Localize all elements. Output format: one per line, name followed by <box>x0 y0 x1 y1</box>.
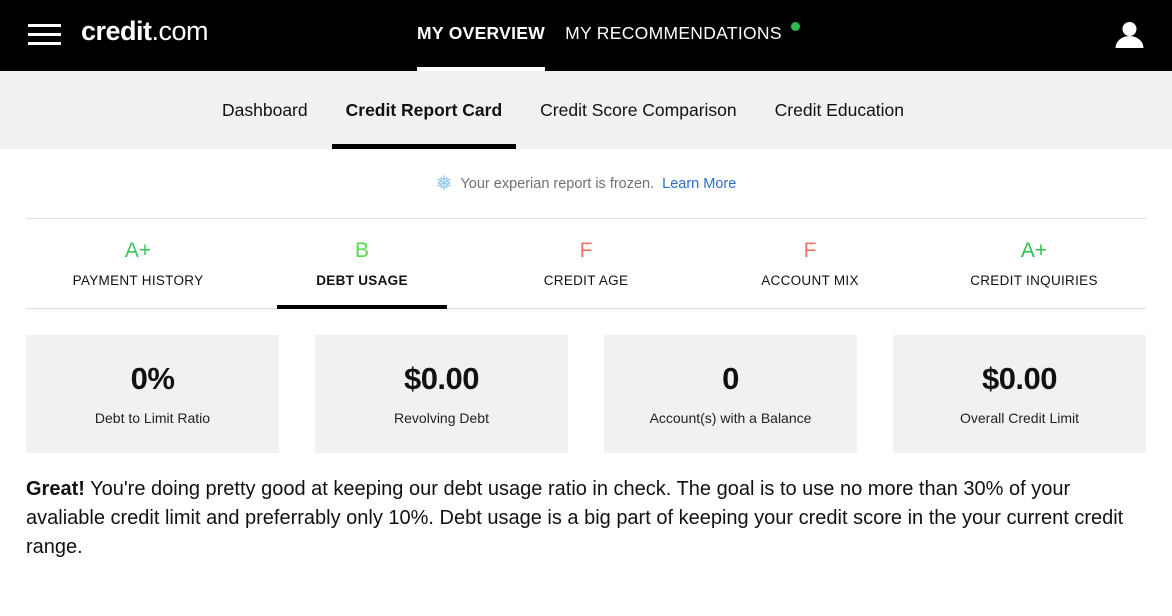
stat-value-debt-to-limit-ratio: 0% <box>130 361 175 396</box>
tab-my-overview-label: MY OVERVIEW <box>417 23 546 43</box>
grade-letter-account-mix: F <box>803 239 817 262</box>
brand-logo[interactable]: credit.com <box>81 16 209 47</box>
brand-logo-bold: credit <box>81 16 152 46</box>
stat-label-debt-to-limit-ratio: Debt to Limit Ratio <box>94 410 211 426</box>
frozen-report-notice-text: Your experian report is frozen. <box>460 175 655 192</box>
debt-usage-summary-lead: Great! <box>26 478 85 500</box>
grade-letter-payment-history: A+ <box>124 239 152 262</box>
subnav-item-credit-report-card[interactable]: Credit Report Card <box>331 71 516 149</box>
primary-nav: MY OVERVIEW MY RECOMMENDATIONS <box>417 0 800 71</box>
top-header: credit.com MY OVERVIEW MY RECOMMENDATION… <box>0 0 1172 71</box>
grade-letter-debt-usage: B <box>354 239 369 262</box>
grade-name-credit-inquiries: CREDIT INQUIRIES <box>970 273 1098 288</box>
subnav-item-credit-report-card-label: Credit Report Card <box>345 99 503 120</box>
stat-label-revolving-debt: Revolving Debt <box>394 410 489 426</box>
stat-card-debt-to-limit-ratio: 0% Debt to Limit Ratio <box>26 335 279 453</box>
tab-my-recommendations-label: MY RECOMMENDATIONS <box>565 23 782 43</box>
tab-my-recommendations[interactable]: MY RECOMMENDATIONS <box>565 0 800 71</box>
stat-card-overall-credit-limit: $0.00 Overall Credit Limit <box>893 335 1146 453</box>
stat-card-revolving-debt: $0.00 Revolving Debt <box>315 335 568 453</box>
debt-usage-summary-body: You're doing pretty good at keeping our … <box>26 478 1124 558</box>
learn-more-link[interactable]: Learn More <box>662 176 736 192</box>
grade-tab-account-mix[interactable]: F ACCOUNT MIX <box>698 219 922 308</box>
subnav-item-credit-education-label: Credit Education <box>774 99 905 120</box>
subnav-item-dashboard[interactable]: Dashboard <box>222 71 308 149</box>
grade-tab-payment-history[interactable]: A+ PAYMENT HISTORY <box>26 219 250 308</box>
hamburger-line <box>28 33 61 36</box>
hamburger-line <box>28 42 61 45</box>
subnav-item-credit-score-comparison-label: Credit Score Comparison <box>540 99 737 120</box>
subnav-item-dashboard-label: Dashboard <box>222 99 308 120</box>
grade-tab-debt-usage[interactable]: B DEBT USAGE <box>250 219 474 309</box>
grade-name-credit-age: CREDIT AGE <box>543 273 629 288</box>
stat-label-overall-credit-limit: Overall Credit Limit <box>959 410 1080 426</box>
tab-my-overview[interactable]: MY OVERVIEW <box>417 0 546 71</box>
grade-tab-credit-age[interactable]: F CREDIT AGE <box>474 219 698 308</box>
frozen-report-notice: ❅ Your experian report is frozen. Learn … <box>0 149 1172 218</box>
brand-logo-light: .com <box>151 16 209 46</box>
grade-letter-credit-inquiries: A+ <box>1020 239 1048 262</box>
grade-category-tabs: A+ PAYMENT HISTORY B DEBT USAGE F CREDIT… <box>26 218 1146 309</box>
subnav-item-credit-education[interactable]: Credit Education <box>775 71 904 149</box>
subnav-item-credit-score-comparison[interactable]: Credit Score Comparison <box>540 71 736 149</box>
hamburger-line <box>28 24 61 27</box>
debt-usage-summary: Great! You're doing pretty good at keepi… <box>26 475 1146 562</box>
stat-value-accounts-with-balance: 0 <box>722 361 739 396</box>
grade-name-debt-usage: DEBT USAGE <box>316 273 408 288</box>
stat-cards: 0% Debt to Limit Ratio $0.00 Revolving D… <box>26 335 1146 453</box>
hamburger-menu-icon[interactable] <box>28 24 61 45</box>
secondary-nav: Dashboard Credit Report Card Credit Scor… <box>0 71 1172 149</box>
user-avatar-icon[interactable] <box>1111 17 1148 54</box>
grade-name-account-mix: ACCOUNT MIX <box>761 273 859 288</box>
grade-letter-credit-age: F <box>579 239 593 262</box>
notification-badge-dot <box>790 22 800 31</box>
snowflake-icon: ❅ <box>435 172 453 195</box>
grade-tab-credit-inquiries[interactable]: A+ CREDIT INQUIRIES <box>922 219 1146 308</box>
stat-value-revolving-debt: $0.00 <box>403 361 480 396</box>
grade-name-payment-history: PAYMENT HISTORY <box>72 273 204 288</box>
stat-card-accounts-with-balance: 0 Account(s) with a Balance <box>604 335 857 453</box>
stat-label-accounts-with-balance: Account(s) with a Balance <box>649 410 812 426</box>
stat-value-overall-credit-limit: $0.00 <box>981 361 1058 396</box>
